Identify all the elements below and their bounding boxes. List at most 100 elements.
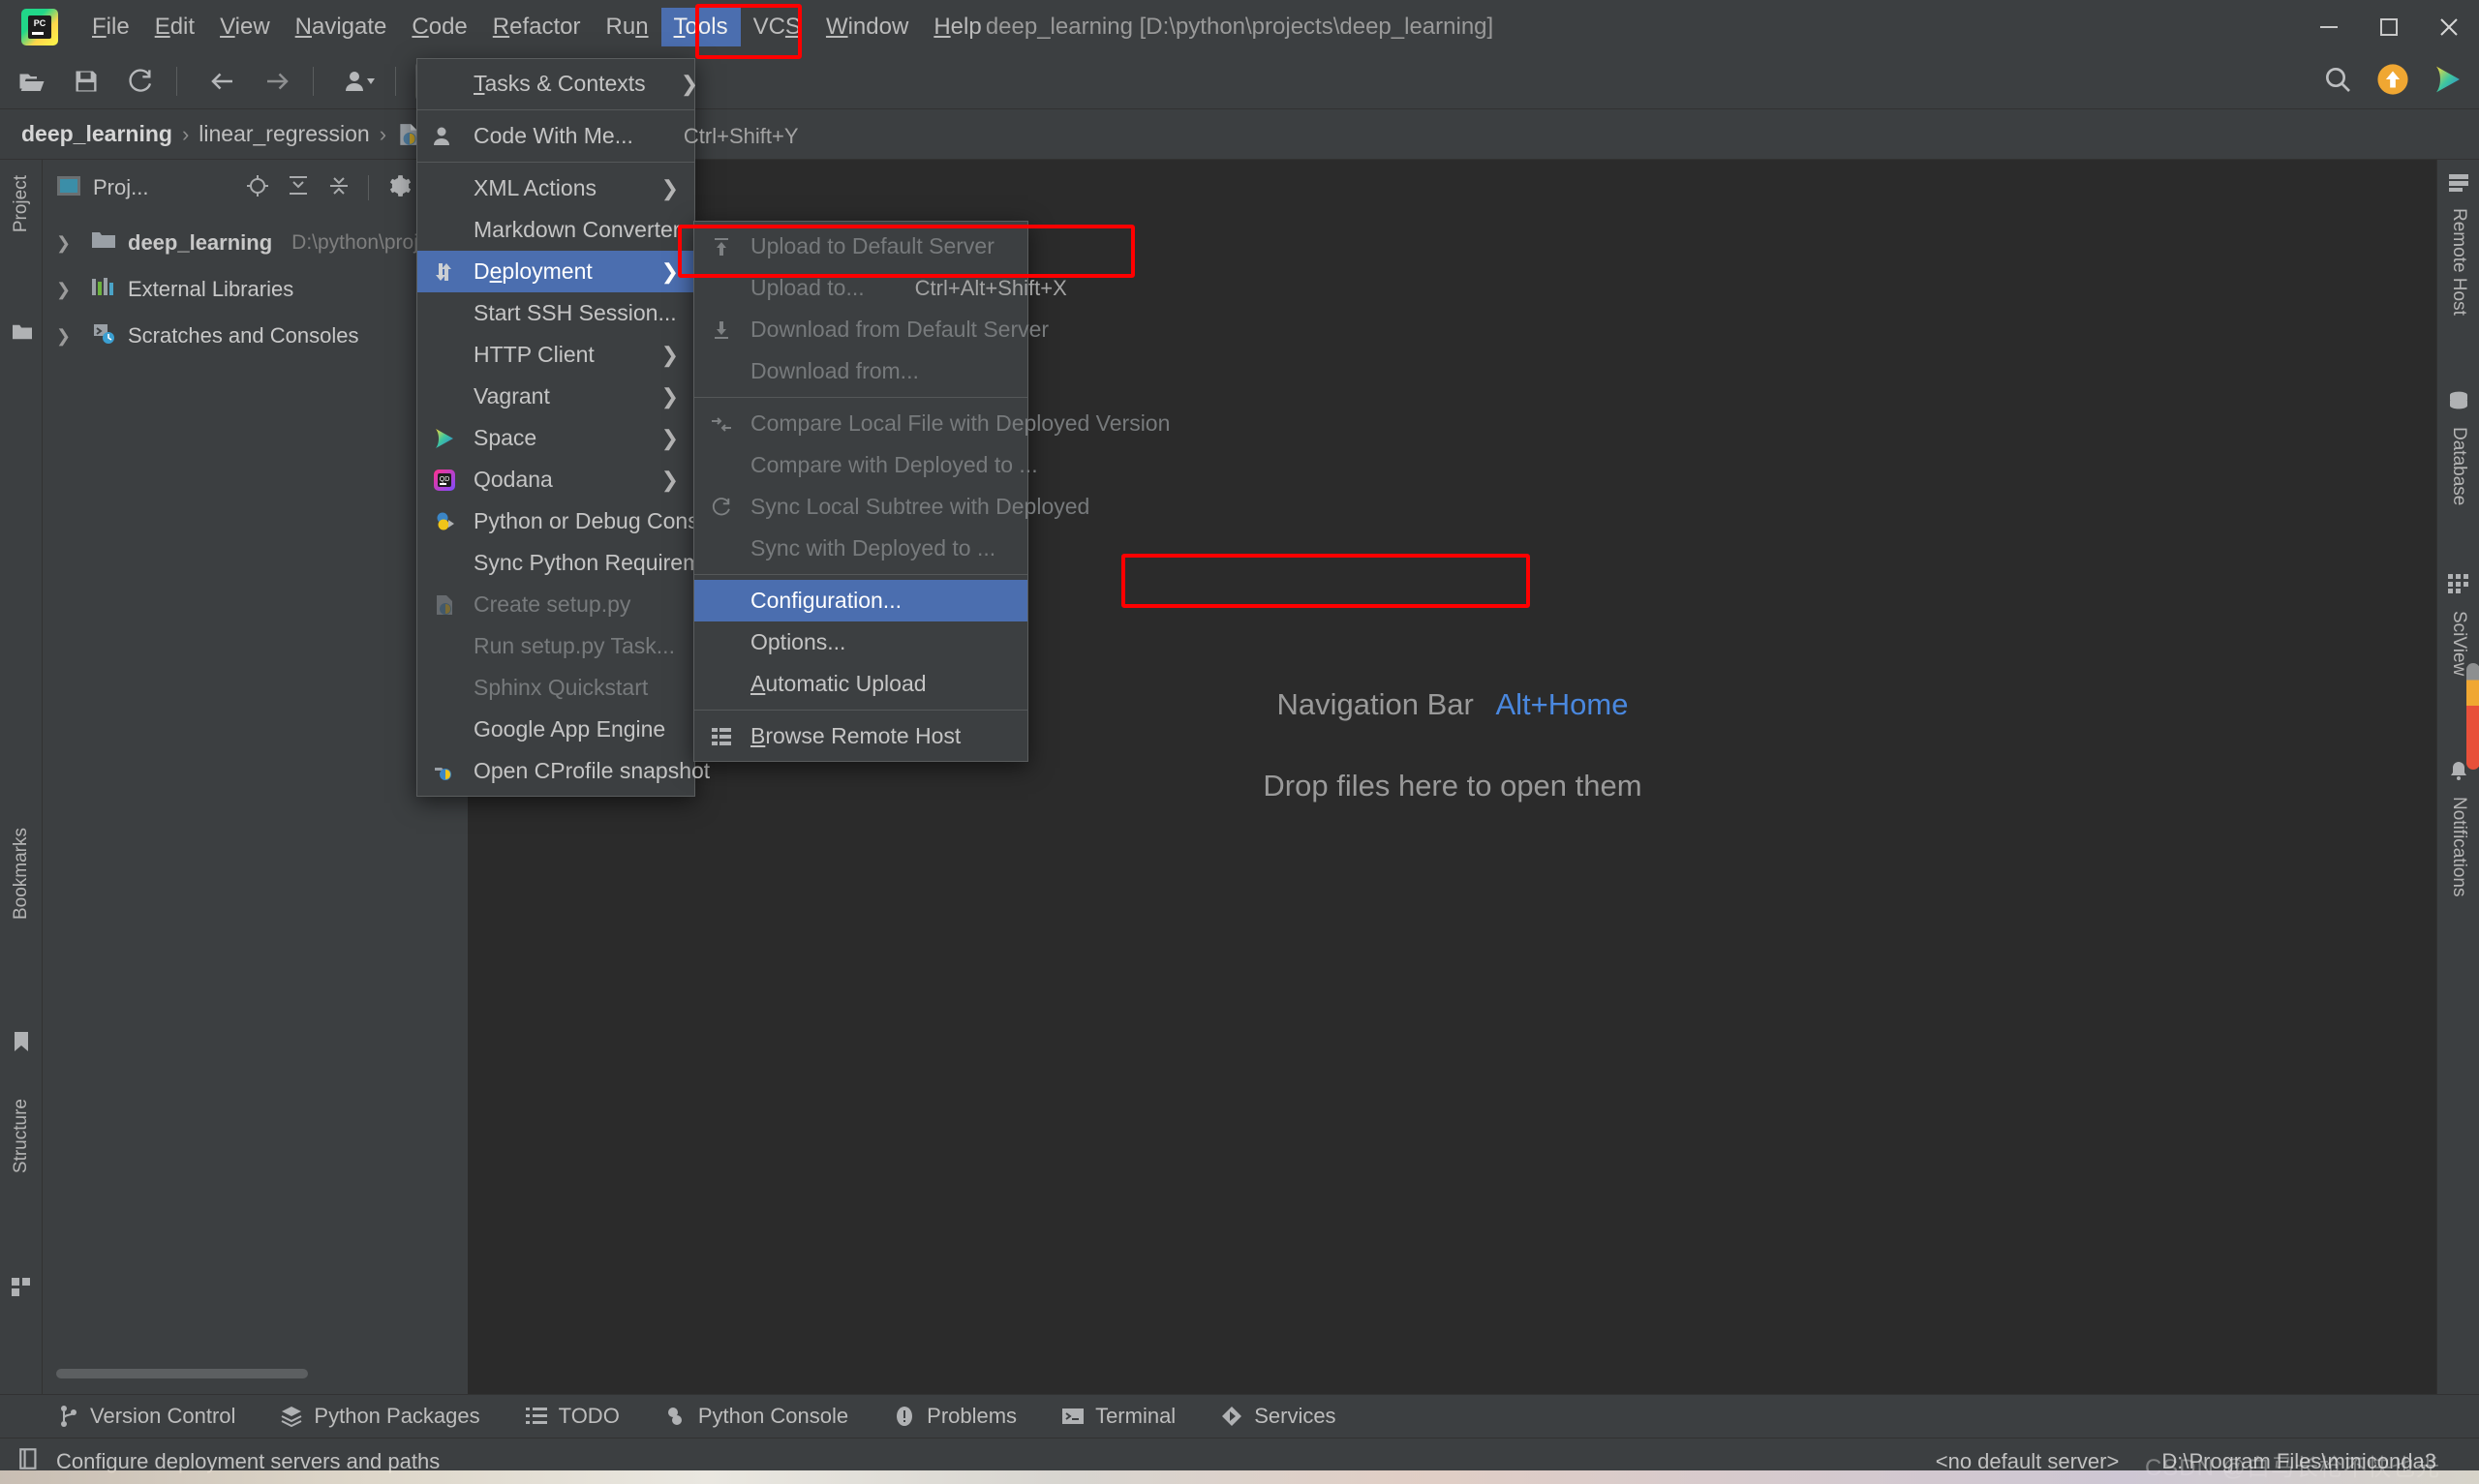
svg-text:QD: QD xyxy=(440,476,450,483)
space-icon[interactable] xyxy=(2433,64,2464,100)
toolwindow-todo[interactable]: TODO xyxy=(525,1404,620,1429)
project-tree[interactable]: ❯ deep_learning D:\python\proj ❯ Externa… xyxy=(43,216,468,359)
python-file-icon xyxy=(433,593,474,617)
upload-icon xyxy=(710,236,750,257)
menu-item-sync-local-subtree: Sync Local Subtree with Deployed xyxy=(694,486,1027,528)
menu-bar[interactable]: File Edit View Navigate Code Refactor Ru… xyxy=(79,0,995,53)
menu-label: Upload to... xyxy=(750,275,865,301)
menu-item-open-cprofile-snapshot[interactable]: Open CProfile snapshot xyxy=(417,750,694,792)
toolbar-separator xyxy=(176,67,177,96)
sidebar-item-notifications[interactable]: Notifications xyxy=(2437,787,2479,907)
menu-code[interactable]: Code xyxy=(399,8,479,46)
chevron-right-icon[interactable]: ❯ xyxy=(56,326,71,347)
settings-gear-icon[interactable] xyxy=(386,173,412,203)
menu-edit[interactable]: Edit xyxy=(142,8,207,46)
menu-vcs[interactable]: VCS xyxy=(741,8,813,46)
project-horizontal-scrollbar[interactable] xyxy=(56,1369,308,1378)
breadcrumb-separator-2: › xyxy=(380,122,386,147)
menu-window[interactable]: Window xyxy=(813,8,921,46)
menu-item-configuration[interactable]: Configuration... xyxy=(694,580,1027,621)
scratches-icon xyxy=(91,321,116,350)
menu-item-space[interactable]: Space ❯ xyxy=(417,417,694,459)
window-controls[interactable] xyxy=(2299,0,2479,53)
menu-run[interactable]: Run xyxy=(594,8,661,46)
code-with-me-icon[interactable] xyxy=(337,59,382,104)
menu-view[interactable]: View xyxy=(207,8,283,46)
collapse-all-icon[interactable] xyxy=(327,174,351,202)
update-available-icon[interactable] xyxy=(2376,63,2409,101)
main-toolbar: softmax xyxy=(0,53,2479,109)
project-window-icon xyxy=(56,175,81,201)
tree-node-deep-learning[interactable]: ❯ deep_learning D:\python\proj xyxy=(43,220,468,266)
minimize-icon[interactable] xyxy=(2299,0,2359,53)
chevron-right-icon[interactable]: ❯ xyxy=(56,280,71,300)
menu-tools[interactable]: Tools xyxy=(661,8,741,46)
sidebar-item-bookmarks[interactable]: Bookmarks xyxy=(0,818,43,929)
toolwindow-services[interactable]: Services xyxy=(1220,1404,1335,1429)
expand-all-icon[interactable] xyxy=(287,174,310,202)
menu-item-sphinx-quickstart: Sphinx Quickstart xyxy=(417,667,694,709)
pycharm-logo-icon: PC xyxy=(21,9,58,45)
navbar-hint-label: Navigation Bar xyxy=(1277,687,1474,721)
terminal-icon xyxy=(1061,1405,1085,1428)
chevron-right-icon: ❯ xyxy=(661,176,679,201)
toolwindow-python-packages[interactable]: Python Packages xyxy=(280,1404,479,1429)
menu-separator-2 xyxy=(417,162,694,163)
toolwindow-problems[interactable]: Problems xyxy=(893,1404,1017,1429)
menu-file[interactable]: File xyxy=(79,8,142,46)
menu-item-vagrant[interactable]: Vagrant ❯ xyxy=(417,376,694,417)
menu-item-tasks-contexts[interactable]: Tasks & Contexts ❯ xyxy=(417,63,694,105)
sync-icon xyxy=(710,497,750,518)
qodana-icon: QD xyxy=(433,469,474,492)
menu-item-browse-remote-host[interactable]: Browse Remote Host xyxy=(694,715,1027,757)
arrow-left-icon[interactable] xyxy=(200,59,245,104)
breadcrumb-item-folder[interactable]: linear_regression xyxy=(199,121,369,147)
menu-item-python-or-debug-console[interactable]: Python or Debug Console xyxy=(417,500,694,542)
close-icon[interactable] xyxy=(2419,0,2479,53)
save-icon[interactable] xyxy=(64,59,108,104)
menu-item-start-ssh-session[interactable]: Start SSH Session... xyxy=(417,292,694,334)
menu-item-qodana[interactable]: QD Qodana ❯ xyxy=(417,459,694,500)
menu-item-http-client[interactable]: HTTP Client ❯ xyxy=(417,334,694,376)
tree-node-external-libraries[interactable]: ❯ External Libraries xyxy=(43,266,468,313)
menu-item-sync-python-requirements[interactable]: Sync Python Requirements... xyxy=(417,542,694,584)
menu-help[interactable]: Help xyxy=(921,8,994,46)
locate-icon[interactable] xyxy=(246,174,269,202)
menu-refactor[interactable]: Refactor xyxy=(480,8,594,46)
toolwindow-version-control[interactable]: Version Control xyxy=(58,1404,235,1429)
tools-menu-popup[interactable]: Tasks & Contexts ❯ Code With Me... Ctrl+… xyxy=(416,58,695,797)
menu-item-options[interactable]: Options... xyxy=(694,621,1027,663)
menu-label: Vagrant xyxy=(474,383,627,409)
sidebar-item-project[interactable]: Project xyxy=(0,166,43,242)
breadcrumb-item-project[interactable]: deep_learning xyxy=(21,121,172,147)
toolwindow-terminal[interactable]: Terminal xyxy=(1061,1404,1176,1429)
menu-item-xml-actions[interactable]: XML Actions ❯ xyxy=(417,167,694,209)
menu-label: Run setup.py Task... xyxy=(474,633,679,659)
tree-node-scratches[interactable]: ❯ Scratches and Consoles xyxy=(43,313,468,359)
chevron-right-icon[interactable]: ❯ xyxy=(56,233,71,254)
menu-accelerator: Ctrl+Alt+Shift+X xyxy=(915,276,1067,301)
menu-label: Open CProfile snapshot xyxy=(474,758,710,784)
space-icon xyxy=(433,427,474,450)
menu-item-google-app-engine[interactable]: Google App Engine ❯ xyxy=(417,709,694,750)
menu-item-markdown-converter[interactable]: Markdown Converter ❯ xyxy=(417,209,694,251)
menu-label: Compare Local File with Deployed Version xyxy=(750,410,1170,437)
sidebar-item-remote-host[interactable]: Remote Host xyxy=(2437,198,2479,325)
menu-item-deployment[interactable]: Deployment ❯ xyxy=(417,251,694,292)
deployment-submenu-popup[interactable]: Upload to Default Server Upload to... Ct… xyxy=(693,221,1028,762)
menu-item-automatic-upload[interactable]: Automatic Upload xyxy=(694,663,1027,705)
inspection-indicator xyxy=(2466,663,2479,770)
python-console-icon xyxy=(433,510,474,533)
menu-item-code-with-me[interactable]: Code With Me... Ctrl+Shift+Y xyxy=(417,115,694,157)
menu-navigate[interactable]: Navigate xyxy=(283,8,400,46)
chevron-right-icon: ❯ xyxy=(661,426,679,451)
arrow-right-icon[interactable] xyxy=(255,59,299,104)
library-icon xyxy=(91,276,116,303)
open-folder-icon[interactable] xyxy=(10,59,54,104)
search-icon[interactable] xyxy=(2322,64,2353,100)
refresh-icon[interactable] xyxy=(118,59,163,104)
sidebar-item-structure[interactable]: Structure xyxy=(0,1089,43,1183)
toolwindow-python-console[interactable]: Python Console xyxy=(664,1404,848,1429)
sidebar-item-database[interactable]: Database xyxy=(2437,417,2479,515)
maximize-icon[interactable] xyxy=(2359,0,2419,53)
